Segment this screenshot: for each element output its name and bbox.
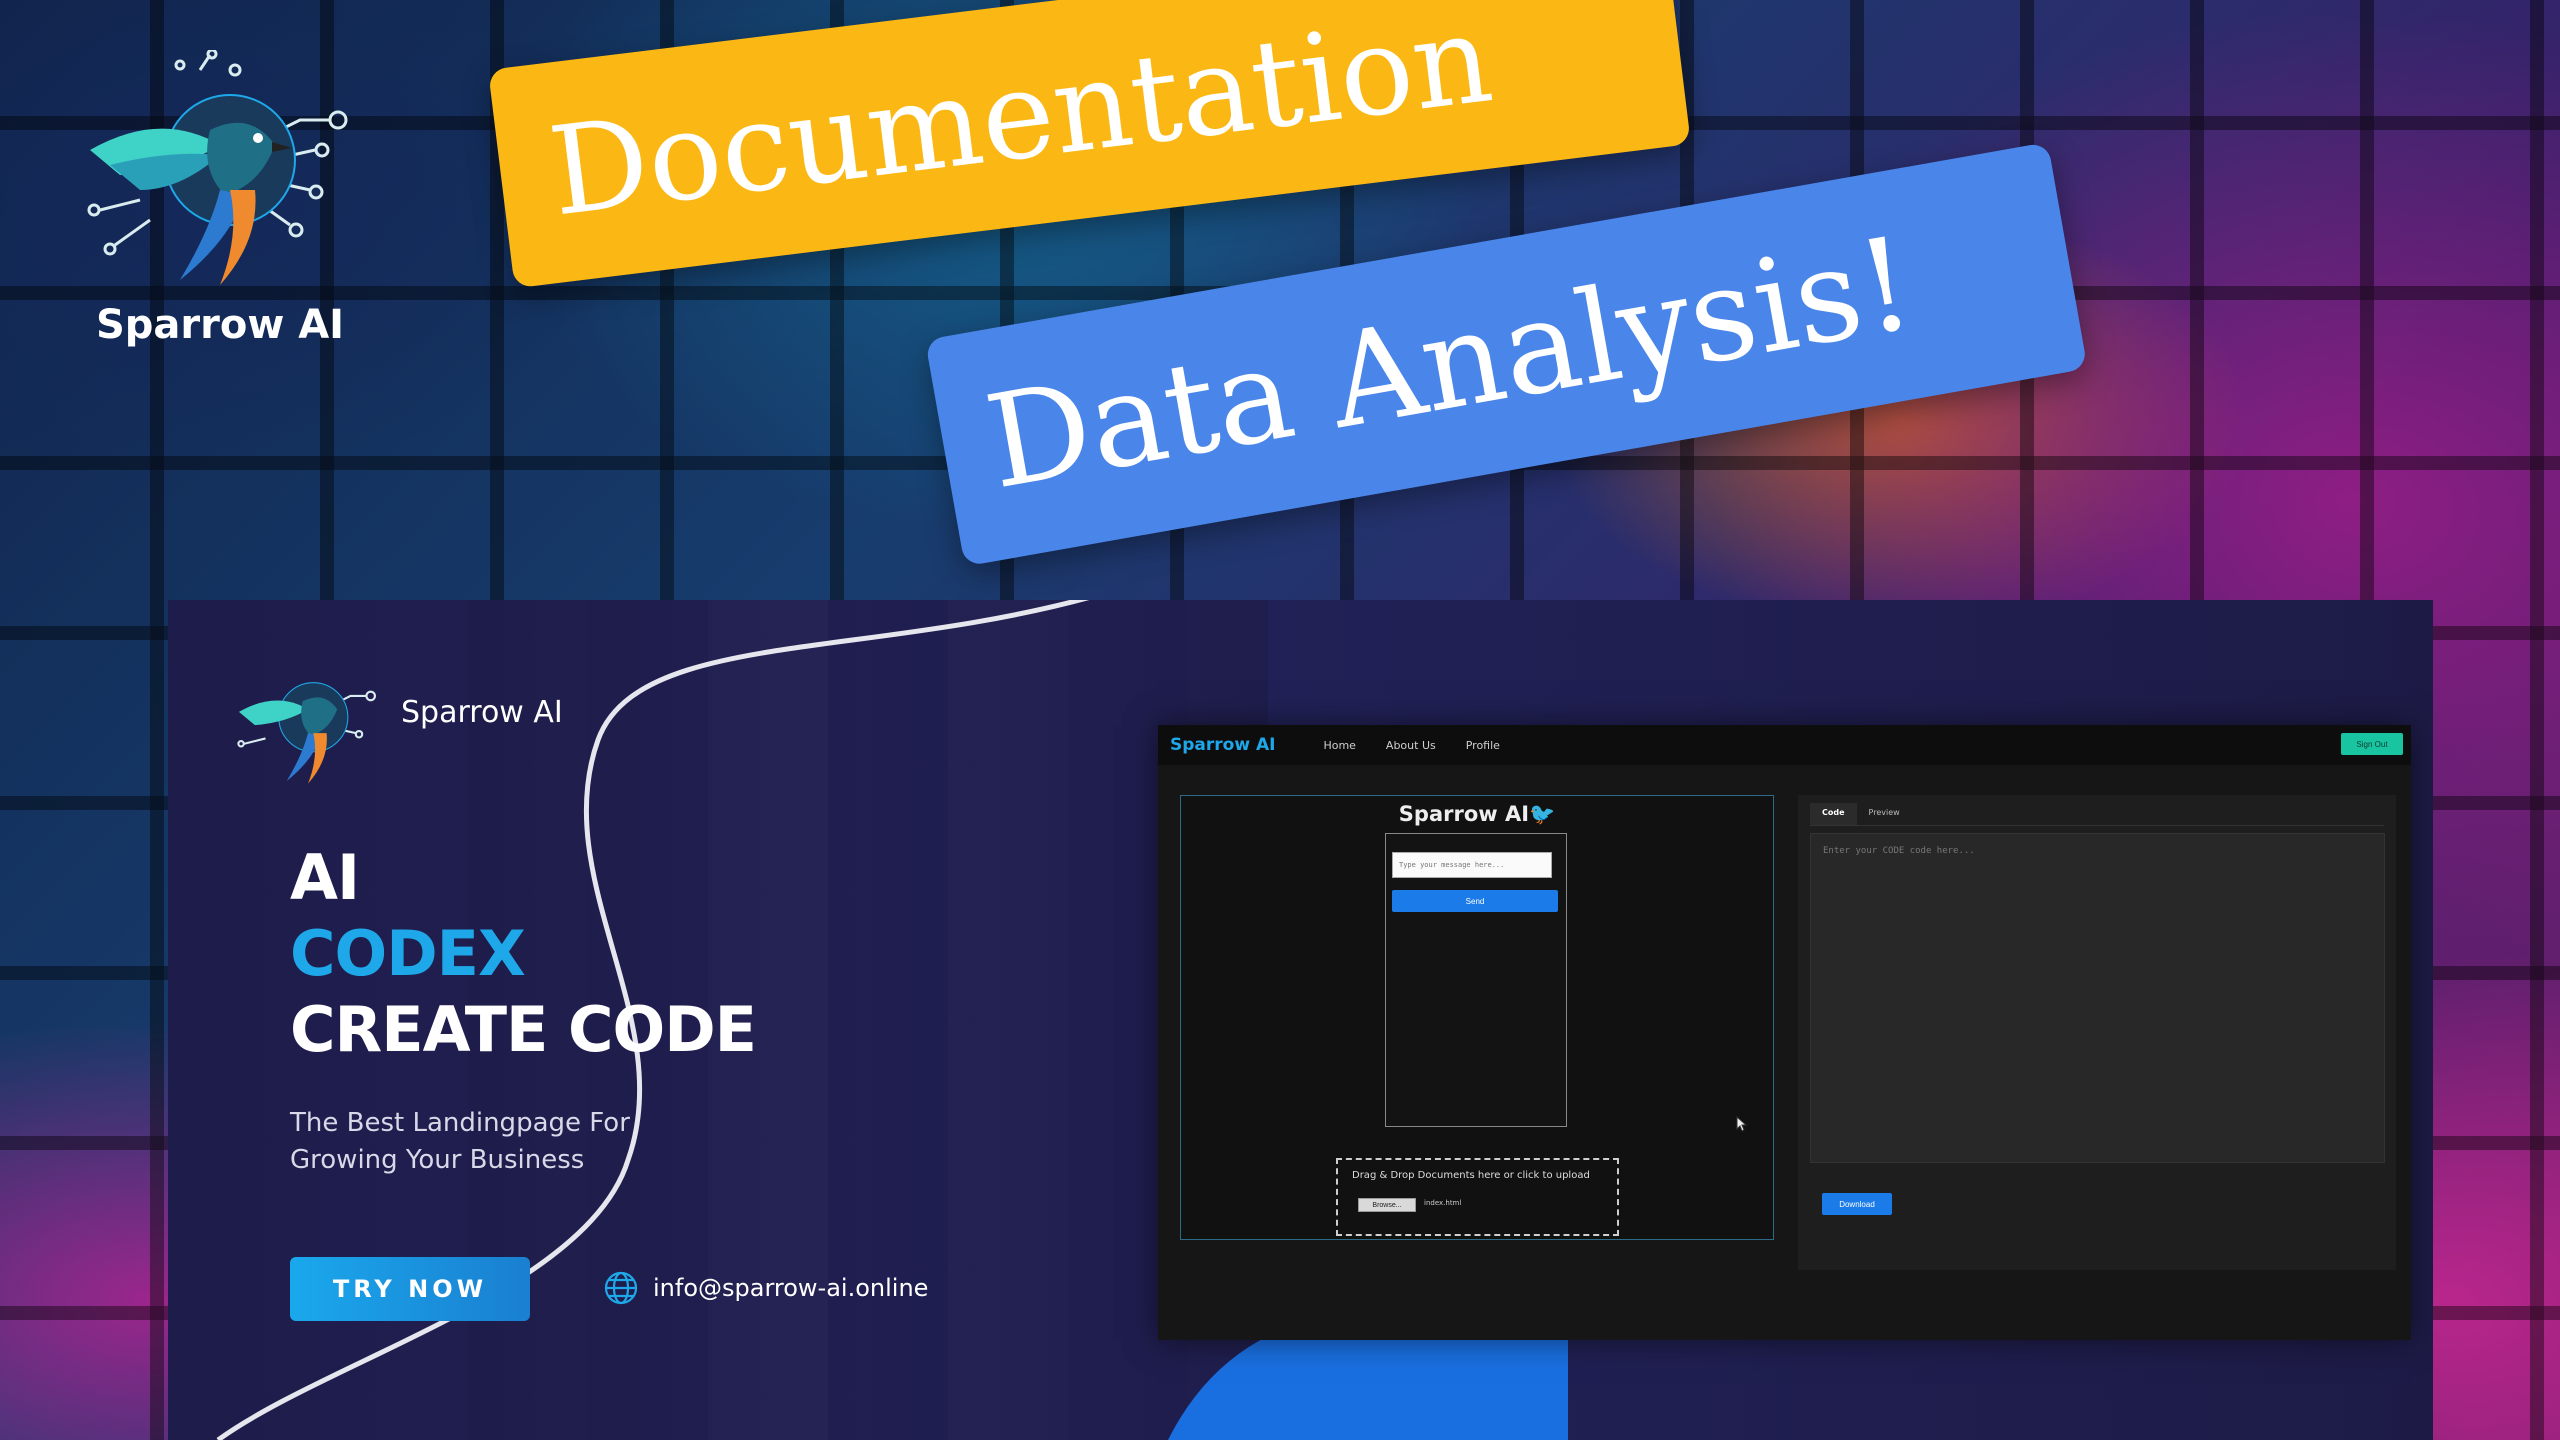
tab-divider [1810,825,2384,826]
hero-line-create-code: CREATE CODE [290,993,757,1066]
bird-icon: 🐦 [1529,802,1556,826]
tagline-line-2: Growing Your Business [290,1145,585,1175]
top-brand: Sparrow AI [40,50,400,348]
app-logo[interactable]: Sparrow AI [1170,735,1275,755]
try-now-button[interactable]: TRY NOW [290,1257,530,1321]
browse-button[interactable]: Browse... [1358,1198,1416,1212]
top-brand-name: Sparrow AI [95,302,345,348]
upload-drop-zone[interactable]: Drag & Drop Documents here or click to u… [1336,1158,1619,1236]
panel-brand-name: Sparrow AI [401,695,563,730]
nav-link-home[interactable]: Home [1323,739,1355,752]
tagline: The Best Landingpage For Growing Your Bu… [290,1105,710,1179]
nav-link-about-us[interactable]: About Us [1386,739,1436,752]
drop-zone-text: Drag & Drop Documents here or click to u… [1352,1170,1590,1181]
chat-message-input[interactable] [1392,852,1552,878]
mouse-cursor-icon [1736,1116,1748,1132]
app-screenshot: Sparrow AI Home About Us Profile Sign Ou… [1158,725,2411,1340]
code-editor[interactable]: Enter your CODE code here... [1810,833,2385,1163]
hero-heading: AI CODEX CREATE CODE [290,840,757,1068]
code-pane: Code Preview Enter your CODE code here..… [1798,795,2396,1270]
selected-file-name: index.html [1424,1199,1462,1207]
send-button[interactable]: Send [1392,890,1558,912]
panel-brand: Sparrow AI [223,655,563,790]
chat-title: Sparrow AI🐦 [1181,802,1773,827]
landing-panel: Sparrow AI AI CODEX CREATE CODE The Best… [168,600,2433,1440]
tab-preview[interactable]: Preview [1857,803,1912,825]
globe-icon [604,1271,638,1305]
hero-line-ai: AI [290,841,360,914]
sign-out-button[interactable]: Sign Out [2341,733,2403,755]
app-navbar: Sparrow AI Home About Us Profile Sign Ou… [1158,725,2411,765]
contact-email[interactable]: info@sparrow-ai.online [603,1270,928,1306]
tagline-line-1: The Best Landingpage For [290,1108,630,1138]
chat-box: Send [1385,833,1567,1127]
email-text[interactable]: info@sparrow-ai.online [653,1274,928,1302]
tab-code[interactable]: Code [1810,803,1857,825]
download-button[interactable]: Download [1822,1193,1892,1215]
code-tabs: Code Preview [1810,803,1912,825]
nav-link-profile[interactable]: Profile [1466,739,1500,752]
chat-title-text: Sparrow AI [1398,802,1530,826]
sparrow-logo-icon [87,50,348,285]
sparrow-logo-small-icon [237,682,376,784]
hero-line-codex: CODEX [290,917,526,990]
chat-pane: Sparrow AI🐦 Send Drag & Drop Documents h… [1180,795,1774,1240]
